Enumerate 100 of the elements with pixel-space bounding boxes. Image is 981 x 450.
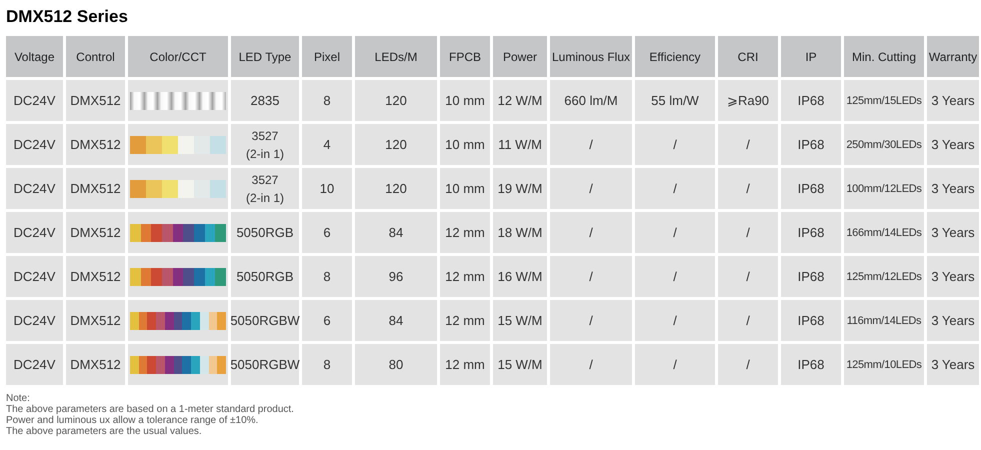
column-header: LED Type bbox=[231, 36, 299, 77]
table-cell: 3 Years bbox=[927, 212, 979, 253]
table-cell: 10 mm bbox=[440, 80, 490, 121]
table-cell: 12 mm bbox=[440, 344, 490, 385]
table-cell: / bbox=[635, 344, 715, 385]
table-cell: DC24V bbox=[6, 80, 63, 121]
table-cell: IP68 bbox=[781, 168, 841, 209]
table-cell: IP68 bbox=[781, 300, 841, 341]
table-cell: / bbox=[550, 256, 632, 297]
column-header: Pixel bbox=[302, 36, 352, 77]
table-cell: / bbox=[635, 212, 715, 253]
table-cell: 3 Years bbox=[927, 344, 979, 385]
table-cell: 12 mm bbox=[440, 256, 490, 297]
table-cell: 3 Years bbox=[927, 256, 979, 297]
table-cell: 12 mm bbox=[440, 300, 490, 341]
table-cell: 120 bbox=[355, 124, 437, 165]
table-cell: 125mm/15LEDs bbox=[844, 80, 924, 121]
table-cell: 55 lm/W bbox=[635, 80, 715, 121]
column-header: Warranty bbox=[927, 36, 979, 77]
table-cell: 125mm/12LEDs bbox=[844, 256, 924, 297]
table-cell: 16 W/M bbox=[493, 256, 547, 297]
column-header: Min. Cutting bbox=[844, 36, 924, 77]
table-cell: DC24V bbox=[6, 212, 63, 253]
table-cell: DMX512 bbox=[66, 168, 125, 209]
table-cell: / bbox=[550, 212, 632, 253]
table-cell: DC24V bbox=[6, 256, 63, 297]
table-title: DMX512 Series bbox=[6, 6, 129, 28]
table-cell: 5050RGB bbox=[231, 256, 299, 297]
column-header: CRI bbox=[718, 36, 778, 77]
table-cell: 3 Years bbox=[927, 80, 979, 121]
table-cell: DMX512 bbox=[66, 212, 125, 253]
table-cell: 660 lm/M bbox=[550, 80, 632, 121]
table-cell: 2835 bbox=[231, 80, 299, 121]
table-cell: 10 mm bbox=[440, 168, 490, 209]
table-cell: / bbox=[718, 168, 778, 209]
table-cell: / bbox=[550, 300, 632, 341]
table-cell: 3527 (2-in 1) bbox=[231, 168, 299, 209]
note-text: The above parameters are based on a 1-meter standard product. bbox=[6, 404, 295, 415]
table-cell: 5050RGB bbox=[231, 212, 299, 253]
table-cell: 84 bbox=[355, 300, 437, 341]
column-header: Luminous Flux bbox=[550, 36, 632, 77]
table-cell: / bbox=[550, 168, 632, 209]
table-cell: 3 Years bbox=[927, 168, 979, 209]
table-cell: DC24V bbox=[6, 344, 63, 385]
table-cell: 166mm/14LEDs bbox=[844, 212, 924, 253]
note-text: The above parameters are the usual values. bbox=[6, 426, 203, 437]
table-cell: 10 bbox=[302, 168, 352, 209]
table-cell: 125mm/10LEDs bbox=[844, 344, 924, 385]
table-cell: 18 W/M bbox=[493, 212, 547, 253]
column-header: IP bbox=[781, 36, 841, 77]
column-header: FPCB bbox=[440, 36, 490, 77]
table-cell: DMX512 bbox=[66, 344, 125, 385]
table-cell: / bbox=[550, 124, 632, 165]
table-cell: 12 W/M bbox=[493, 80, 547, 121]
table-cell: / bbox=[718, 256, 778, 297]
table-cell: / bbox=[635, 256, 715, 297]
column-header: Voltage bbox=[6, 36, 63, 77]
note-text: Power and luminous ux allow a tolerance range of ±10%. bbox=[6, 415, 260, 426]
table-cell: DC24V bbox=[6, 124, 63, 165]
table-cell: ⩾Ra90 bbox=[718, 80, 778, 121]
table-cell: 10 mm bbox=[440, 124, 490, 165]
table-cell: 250mm/30LEDs bbox=[844, 124, 924, 165]
table-cell: / bbox=[718, 300, 778, 341]
table-cell: 19 W/M bbox=[493, 168, 547, 209]
table-cell: 8 bbox=[302, 80, 352, 121]
table-cell: / bbox=[635, 168, 715, 209]
table-cell: / bbox=[550, 344, 632, 385]
table-cell: 4 bbox=[302, 124, 352, 165]
table-cell: DMX512 bbox=[66, 300, 125, 341]
column-header: LEDs/M bbox=[355, 36, 437, 77]
column-header: Control bbox=[66, 36, 125, 77]
table-cell: 80 bbox=[355, 344, 437, 385]
table-cell: IP68 bbox=[781, 212, 841, 253]
table-cell: 5050RGBW bbox=[231, 300, 299, 341]
table-cell: / bbox=[718, 124, 778, 165]
table-cell: IP68 bbox=[781, 344, 841, 385]
table-cell: 3527 (2-in 1) bbox=[231, 124, 299, 165]
table-cell: 3 Years bbox=[927, 300, 979, 341]
table-cell: 6 bbox=[302, 300, 352, 341]
column-header: Power bbox=[493, 36, 547, 77]
table-cell: 3 Years bbox=[927, 124, 979, 165]
table-cell: IP68 bbox=[781, 80, 841, 121]
column-header: Color/CCT bbox=[128, 36, 228, 77]
table-cell: 15 W/M bbox=[493, 344, 547, 385]
table-cell: 11 W/M bbox=[493, 124, 547, 165]
table-cell: 8 bbox=[302, 344, 352, 385]
table-cell: 84 bbox=[355, 212, 437, 253]
table-cell: 8 bbox=[302, 256, 352, 297]
table-cell: 116mm/14LEDs bbox=[844, 300, 924, 341]
table-cell: 96 bbox=[355, 256, 437, 297]
table-cell: / bbox=[635, 300, 715, 341]
table-cell: 12 mm bbox=[440, 212, 490, 253]
table-cell: DC24V bbox=[6, 168, 63, 209]
table-cell: IP68 bbox=[781, 124, 841, 165]
table-cell: DMX512 bbox=[66, 80, 125, 121]
table-cell: IP68 bbox=[781, 256, 841, 297]
table-cell: / bbox=[718, 344, 778, 385]
table-cell: / bbox=[718, 212, 778, 253]
table-cell: 6 bbox=[302, 212, 352, 253]
column-header: Efficiency bbox=[635, 36, 715, 77]
